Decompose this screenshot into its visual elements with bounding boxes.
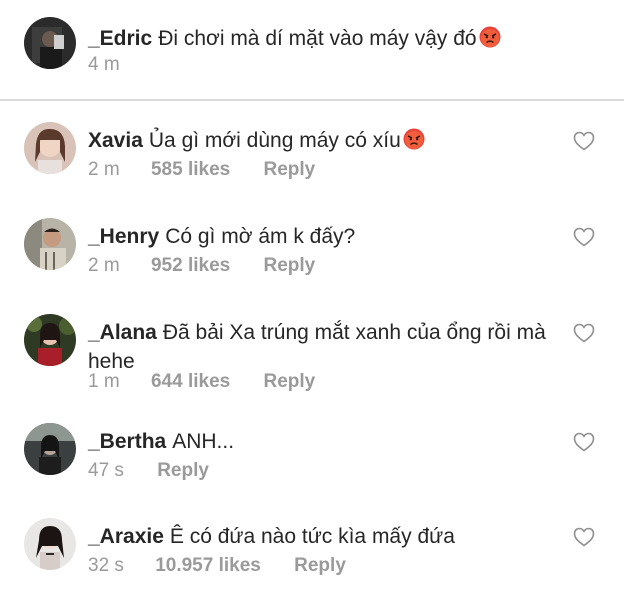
comment-meta: 2 m 585 likes Reply (88, 158, 315, 182)
avatar[interactable] (24, 423, 76, 475)
comment-text: Xavia Ủa gì mới dùng máy có xíu (88, 126, 425, 155)
comment-username[interactable]: _Henry (88, 225, 159, 248)
comment-time: 2 m (88, 159, 120, 180)
comment-time: 32 s (88, 555, 124, 576)
heart-outline-icon[interactable] (573, 527, 595, 547)
comment-time: 1 m (88, 371, 120, 392)
comment-username[interactable]: _Bertha (88, 430, 166, 453)
comment-time: 47 s (88, 460, 124, 481)
comment-time: 2 m (88, 255, 120, 276)
comment-meta: 1 m 644 likes Reply (88, 370, 315, 394)
avatar[interactable] (24, 518, 76, 570)
divider (0, 99, 624, 101)
avatar[interactable] (24, 17, 76, 69)
original-post: _Edric Đi chơi mà dí mặt vào máy vậy đó 4… (0, 0, 624, 100)
comment-username[interactable]: _Alana (88, 321, 157, 344)
comment-likes[interactable]: 10.957 likes (155, 554, 261, 578)
heart-outline-icon[interactable] (573, 323, 595, 343)
reply-button[interactable]: Reply (264, 370, 316, 394)
comment-text: _Araxie Ê có đứa nào tức kìa mấy đứa (88, 525, 455, 548)
avatar[interactable] (24, 218, 76, 270)
comment-text: _Bertha ANH... (88, 430, 235, 453)
reply-button[interactable]: Reply (294, 554, 346, 578)
comment-text: _Henry Có gì mờ ám k đấy? (88, 225, 356, 248)
comment-meta: 2 m 952 likes Reply (88, 254, 315, 278)
comment-username[interactable]: Xavia (88, 129, 143, 152)
avatar[interactable] (24, 122, 76, 174)
post-caption: _Edric Đi chơi mà dí mặt vào máy vậy đó (88, 24, 501, 53)
comment-meta: 32 s 10.957 likes Reply (88, 554, 346, 578)
comment-likes[interactable]: 952 likes (151, 254, 230, 278)
comment-text: _Alana Đã bải Xa trúng mắt xanh của ổng r… (88, 321, 546, 373)
angry-face-emoji-icon (479, 26, 501, 48)
comment-meta: 47 s Reply (88, 459, 209, 483)
reply-button[interactable]: Reply (264, 254, 316, 278)
reply-button[interactable]: Reply (157, 459, 209, 483)
heart-outline-icon[interactable] (573, 432, 595, 452)
comment-likes[interactable]: 644 likes (151, 370, 230, 394)
comment-username[interactable]: _Araxie (88, 525, 164, 548)
comment-likes[interactable]: 585 likes (151, 158, 230, 182)
avatar[interactable] (24, 314, 76, 366)
post-time: 4 m (88, 54, 120, 75)
heart-outline-icon[interactable] (573, 227, 595, 247)
heart-outline-icon[interactable] (573, 131, 595, 151)
post-username[interactable]: _Edric (88, 27, 152, 50)
reply-button[interactable]: Reply (264, 158, 316, 182)
post-text: Đi chơi mà dí mặt vào máy vậy đó (158, 27, 477, 50)
angry-face-emoji-icon (403, 128, 425, 150)
